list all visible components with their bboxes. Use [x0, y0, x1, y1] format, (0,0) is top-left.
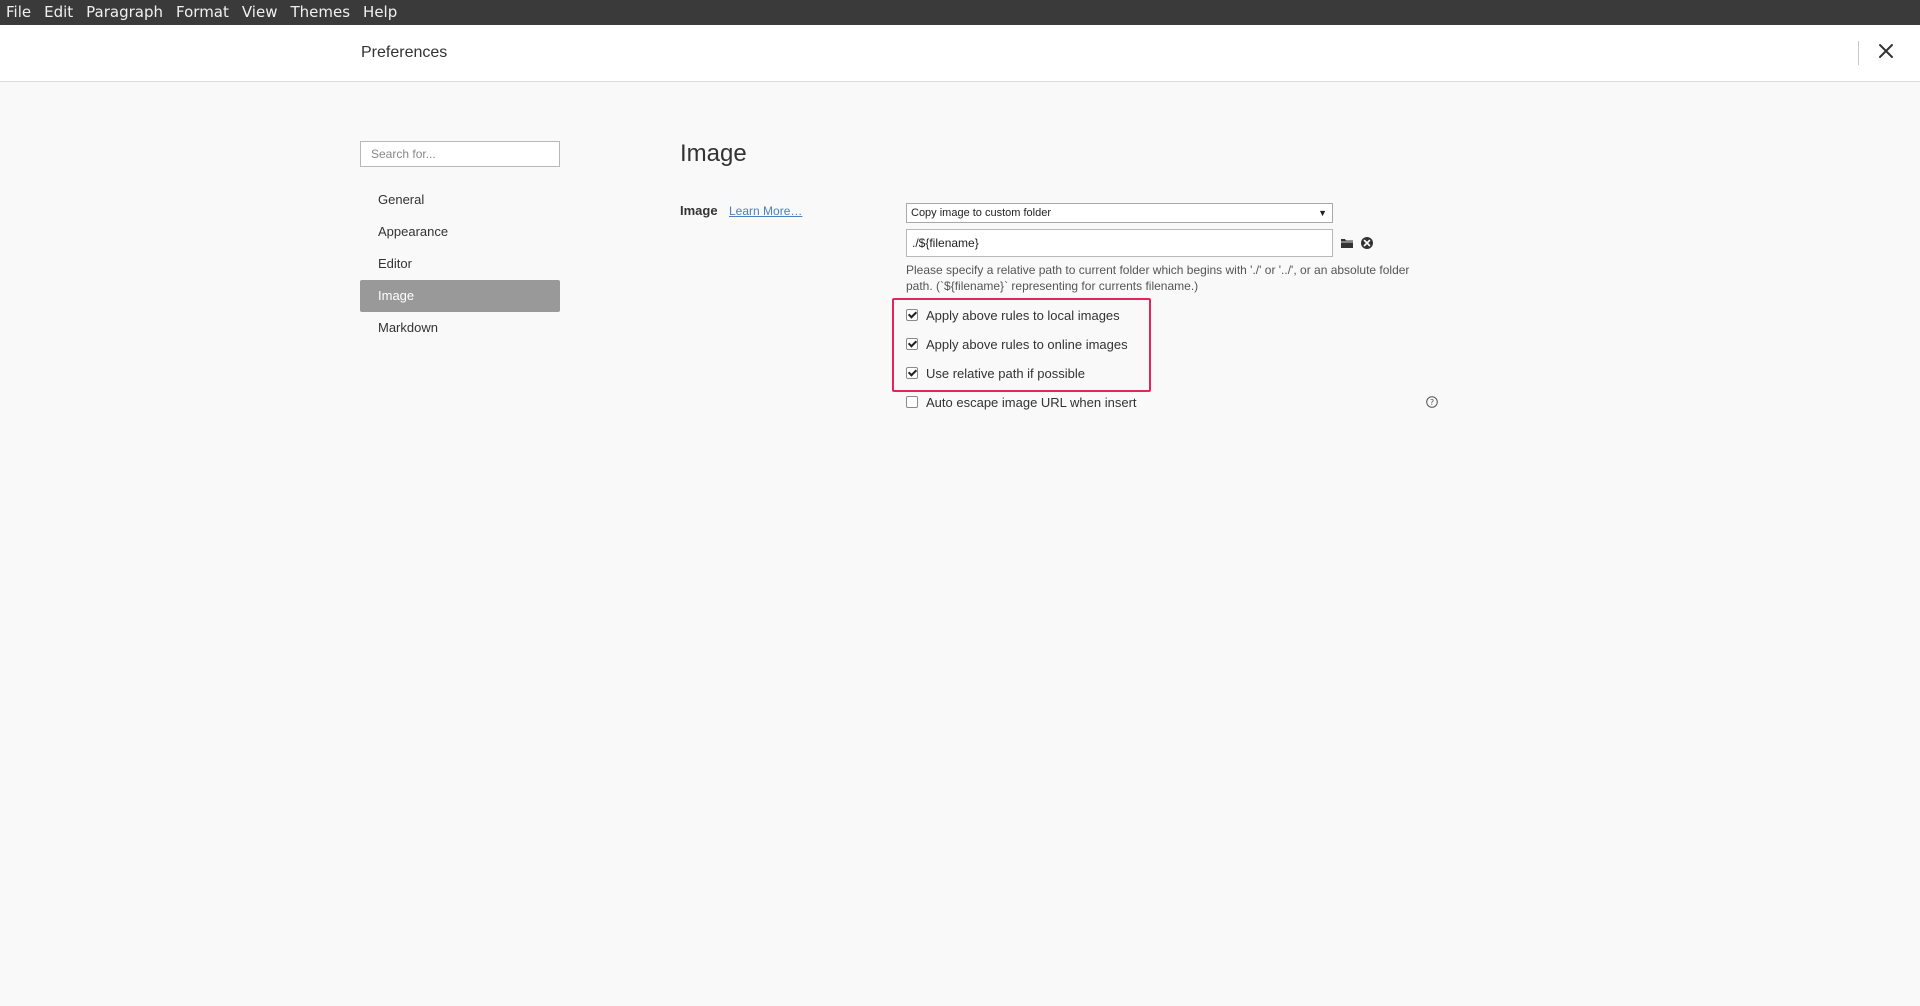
menu-edit[interactable]: Edit	[44, 0, 73, 25]
menu-themes[interactable]: Themes	[290, 0, 350, 25]
menu-bar: File Edit Paragraph Format View Themes H…	[0, 0, 1920, 25]
checkbox-auto-escape-url[interactable]	[906, 396, 918, 408]
header-divider	[1858, 41, 1859, 65]
sidebar-item-markdown[interactable]: Markdown	[360, 312, 560, 344]
close-icon	[1879, 44, 1893, 58]
menu-format[interactable]: Format	[176, 0, 229, 25]
image-setting-label: Image	[680, 203, 718, 218]
dropdown-arrow-icon: ▼	[1318, 208, 1327, 218]
sidebar-nav: General Appearance Editor Image Markdown	[360, 184, 560, 344]
folder-icon[interactable]	[1340, 236, 1354, 250]
sidebar-item-general[interactable]: General	[360, 184, 560, 216]
svg-text:?: ?	[1430, 398, 1434, 407]
image-folder-path-input[interactable]	[906, 229, 1333, 257]
option-label: Auto escape image URL when insert	[926, 394, 1137, 410]
search-input[interactable]	[360, 141, 560, 167]
clear-icon[interactable]	[1360, 236, 1374, 250]
option-relative-path[interactable]: Use relative path if possible	[906, 365, 1085, 381]
sidebar-item-image[interactable]: Image	[360, 280, 560, 312]
page-title: Preferences	[361, 44, 448, 61]
option-label: Apply above rules to online images	[926, 336, 1128, 352]
option-label: Use relative path if possible	[926, 365, 1085, 381]
image-action-select-value: Copy image to custom folder	[911, 207, 1052, 219]
preferences-header: Preferences	[0, 25, 1920, 82]
image-action-select[interactable]: Copy image to custom folder ▼	[906, 203, 1333, 223]
checkbox-relative-path[interactable]	[906, 367, 918, 379]
help-circle-icon[interactable]: ?	[1426, 395, 1438, 408]
close-button[interactable]	[1874, 39, 1898, 63]
section-title: Image	[680, 140, 747, 167]
menu-view[interactable]: View	[242, 0, 278, 25]
menu-paragraph[interactable]: Paragraph	[86, 0, 163, 25]
sidebar-item-appearance[interactable]: Appearance	[360, 216, 560, 248]
option-auto-escape-url[interactable]: Auto escape image URL when insert	[906, 394, 1137, 410]
checkbox-local-images[interactable]	[906, 309, 918, 321]
sidebar-item-editor[interactable]: Editor	[360, 248, 560, 280]
path-help-text: Please specify a relative path to curren…	[906, 263, 1410, 293]
option-online-images[interactable]: Apply above rules to online images	[906, 336, 1128, 352]
menu-help[interactable]: Help	[363, 0, 397, 25]
menu-file[interactable]: File	[6, 0, 31, 25]
option-label: Apply above rules to local images	[926, 307, 1120, 323]
checkbox-online-images[interactable]	[906, 338, 918, 350]
option-local-images[interactable]: Apply above rules to local images	[906, 307, 1120, 323]
learn-more-link[interactable]: Learn More…	[729, 204, 802, 218]
